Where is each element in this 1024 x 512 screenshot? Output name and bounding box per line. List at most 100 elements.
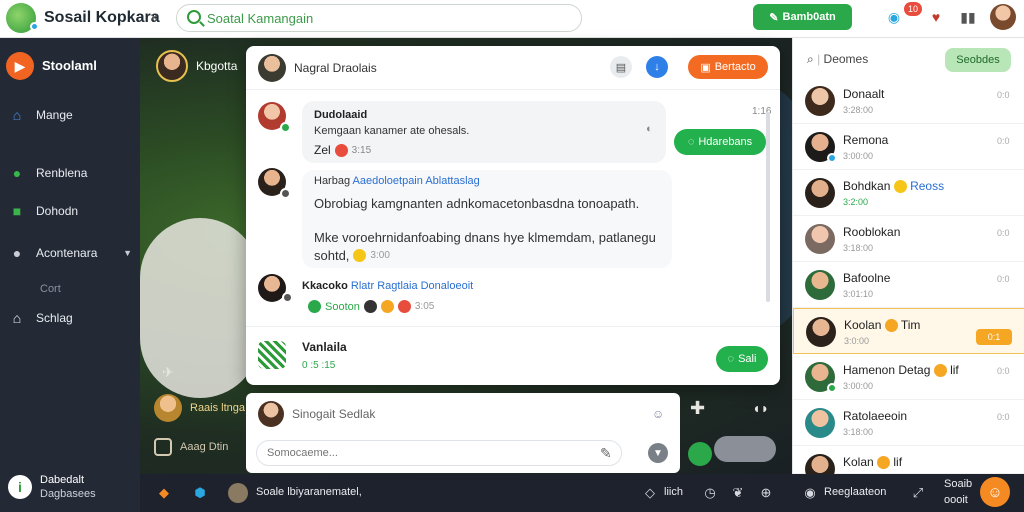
message-author: Dudolaaid: [314, 109, 368, 121]
message-bubble[interactable]: Dudolaaid Kemgaan kanamer ate ohesals. Z…: [302, 101, 666, 163]
pin-icon[interactable]: ✈: [162, 364, 174, 381]
contact-time: 0:0: [997, 90, 1010, 100]
building-icon: ⌂: [12, 310, 22, 326]
record-icon[interactable]: ◉: [800, 483, 820, 503]
right-text: Reeglaateon: [824, 486, 887, 498]
contact-item[interactable]: Hamenon Detag lif 3:00:00 0:0: [793, 354, 1024, 400]
contact-avatar: [805, 408, 835, 438]
contact-item[interactable]: Bafoolne 3:01:10 0:0: [793, 262, 1024, 308]
message-author: Kkacoko: [302, 280, 348, 292]
search-bar[interactable]: [176, 4, 582, 32]
leaf-icon[interactable]: ❦: [728, 483, 748, 503]
message-meta-time: 3:15: [351, 144, 372, 156]
sidebar-item-settings[interactable]: ⌂ Schlag: [8, 307, 136, 329]
sidebar-item-label: Schlag: [36, 311, 73, 325]
contact-extra: Reoss: [910, 179, 945, 193]
bottom-avatar[interactable]: [228, 483, 248, 503]
sidebar-item-groups[interactable]: ● Renblena: [8, 162, 136, 184]
header-action-button[interactable]: ▣ Bertacto: [688, 55, 768, 79]
online-badge-icon: [280, 122, 291, 133]
send-icon[interactable]: ▼: [648, 443, 668, 463]
users-icon: ●: [12, 165, 22, 181]
message-bubble[interactable]: Harbag Aaedoloetpain Ablattaslag Obrobia…: [302, 170, 672, 268]
info-icon: i: [8, 475, 32, 499]
unread-tag: 0:1: [976, 329, 1012, 345]
scene-row-2[interactable]: Aaag Dtin: [154, 438, 228, 456]
assistant-icon[interactable]: ☺: [980, 477, 1010, 507]
message-text: Kemgaan kanamer ate ohesals.: [314, 125, 470, 137]
qr-icon[interactable]: [258, 341, 286, 369]
scene-user-avatar: [156, 50, 188, 82]
user-avatar[interactable]: [990, 4, 1016, 30]
contact-item[interactable]: Ratolaeeoin 3:18:00 0:0: [793, 400, 1024, 446]
contact-name-text: Kolan: [843, 455, 874, 469]
contact-name-text: Koolan: [844, 318, 882, 332]
message-highlight[interactable]: Rlatr Ragtlaia Donaloeoit: [351, 280, 473, 292]
contact-item[interactable]: Bohdkan Reoss 3:2:00: [793, 170, 1024, 216]
message-reactions[interactable]: Sooton 3:05: [308, 300, 434, 313]
reaction-icon: [308, 300, 321, 313]
bookmark-icon[interactable]: ▮▮: [958, 7, 978, 27]
contact-avatar: [805, 178, 835, 208]
corner-text-1: Soaib: [944, 478, 973, 490]
contacts-search-label: Deomes: [823, 52, 869, 66]
contact-item-active[interactable]: Koolan Tim 3:0:00 0:1: [793, 308, 1024, 354]
tag-icon[interactable]: ◇: [640, 483, 660, 503]
emoji-icon: [933, 364, 947, 378]
status-icon: [688, 442, 712, 466]
contact-extra: Tim: [900, 318, 921, 332]
brand-icon[interactable]: ▶: [6, 52, 34, 80]
sidebar-footer[interactable]: i Dabedalt Dagbasees: [6, 472, 136, 504]
notification-badge: 10: [904, 2, 922, 16]
chat-avatar[interactable]: [258, 54, 286, 82]
message-text: Mke voroehrnidanfoabing dnans hye klmemd…: [314, 230, 656, 245]
search-icon: [187, 10, 201, 24]
clock-icon[interactable]: ◷: [700, 483, 720, 503]
contacts-search[interactable]: ⌕ | Deomes: [807, 52, 868, 67]
pen-icon[interactable]: ✎: [600, 445, 612, 462]
footer-action-button[interactable]: ◌ Sali: [716, 346, 768, 372]
heart-icon[interactable]: ♥: [926, 7, 946, 27]
contact-sub: 3:18:00: [843, 427, 874, 437]
contact-item[interactable]: Remona 3:00:00 0:0: [793, 124, 1024, 170]
globe-icon[interactable]: ⊕: [756, 483, 776, 503]
cube-icon[interactable]: ⬢: [190, 483, 210, 503]
message-input[interactable]: [256, 440, 622, 466]
arrow-down-icon[interactable]: ↓: [646, 56, 668, 78]
contact-item[interactable]: Rooblokan 3:18:00 0:0: [793, 216, 1024, 262]
close-icon[interactable]: ×: [150, 9, 158, 25]
contact-name: Ratolaeeoin: [843, 409, 908, 423]
scene-shape: [140, 218, 260, 398]
globe-icon[interactable]: ◉: [884, 7, 904, 27]
expand-icon[interactable]: ⤢: [908, 483, 928, 503]
contacts-filter-button[interactable]: Seobdes: [945, 48, 1011, 72]
primary-action-button[interactable]: ✎ Bamb0atn: [753, 4, 852, 30]
sidebar-sub-label[interactable]: Cort: [40, 283, 61, 295]
message-action-button[interactable]: ◌ Hdarebans: [674, 129, 766, 155]
document-icon: ■: [12, 203, 22, 219]
sidebar-item-docs[interactable]: ■ Dohodn: [8, 200, 136, 222]
secondary-pill[interactable]: [714, 436, 776, 462]
plus-icon[interactable]: ✚: [690, 398, 705, 419]
mic-icon[interactable]: ◖◗: [752, 400, 769, 416]
contact-item[interactable]: Donaalt 3:28:00 0:0: [793, 78, 1024, 124]
clipboard-icon[interactable]: ▤: [610, 56, 632, 78]
sidebar-item-home[interactable]: ⌂ Mange: [8, 104, 136, 126]
emoji-picker-icon[interactable]: ☺: [652, 407, 664, 421]
footer-meta: 0 :5 :15: [302, 360, 336, 371]
scene-user[interactable]: Kbgotta: [156, 50, 237, 82]
contact-item[interactable]: Kolan lif: [793, 446, 1024, 484]
edit-icon: ▣: [700, 61, 711, 74]
chat-title: Nagral Draolais: [294, 61, 377, 75]
search-input[interactable]: [207, 9, 567, 27]
fire-icon[interactable]: ◆: [154, 483, 174, 503]
person-icon: ●: [12, 245, 22, 261]
chat-scrollbar[interactable]: [766, 112, 770, 302]
reaction-icon: [380, 300, 394, 313]
contact-name: Bohdkan Reoss: [843, 179, 945, 194]
sidebar-item-accounts[interactable]: ● Acontenara ▼: [8, 242, 136, 264]
scene-row-1[interactable]: Raais ltnga: [154, 394, 245, 422]
sidebar-item-label: Acontenara: [36, 246, 98, 260]
home-icon: ⌂: [12, 107, 22, 123]
message-link[interactable]: Aaedoloetpain Ablattaslag: [353, 175, 480, 187]
